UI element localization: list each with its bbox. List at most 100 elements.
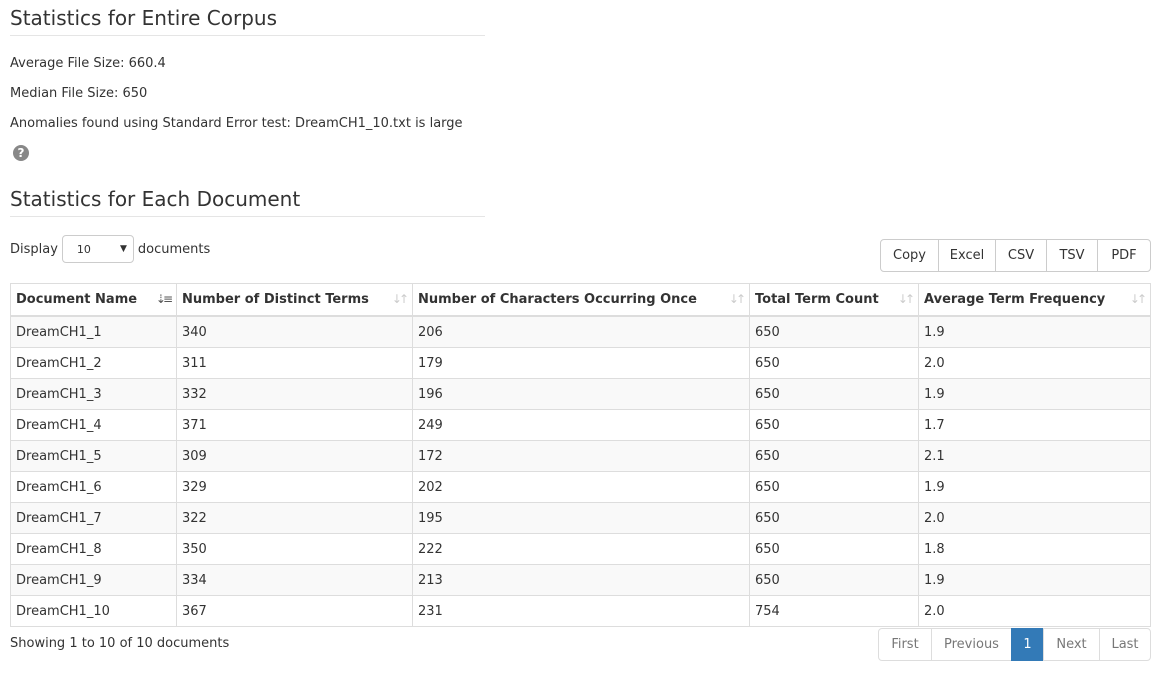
cell-document-name: DreamCH1_5 [10, 440, 177, 472]
copy-button[interactable]: Copy [880, 239, 939, 272]
cell-characters-once: 202 [412, 471, 750, 503]
cell-document-name: DreamCH1_4 [10, 409, 177, 441]
cell-document-name: DreamCH1_9 [10, 564, 177, 596]
cell-distinct-terms: 350 [176, 533, 413, 565]
column-header-distinct-terms[interactable]: Number of Distinct Terms ↓↑ [176, 283, 413, 317]
question-circle-icon[interactable]: ? [13, 145, 29, 161]
pagination-last-button[interactable]: Last [1099, 628, 1151, 661]
cell-average-term-frequency: 1.7 [918, 409, 1151, 441]
cell-characters-once: 179 [412, 347, 750, 379]
table-info: Showing 1 to 10 of 10 documents [10, 636, 230, 651]
median-file-size: Median File Size: 650 [10, 86, 148, 101]
excel-button[interactable]: Excel [938, 239, 996, 272]
cell-total-term-count: 650 [749, 409, 919, 441]
table-row: DreamCH1_6 329 202 650 1.9 [10, 471, 1151, 503]
cell-document-name: DreamCH1_1 [10, 315, 177, 348]
pdf-button[interactable]: PDF [1097, 239, 1151, 272]
cell-distinct-terms: 311 [176, 347, 413, 379]
column-label: Document Name [16, 292, 138, 307]
csv-button[interactable]: CSV [995, 239, 1047, 272]
cell-distinct-terms: 371 [176, 409, 413, 441]
corpus-heading: Statistics for Entire Corpus [10, 6, 485, 36]
cell-distinct-terms: 340 [176, 315, 413, 348]
column-header-characters-once[interactable]: Number of Characters Occurring Once ↓↑ [412, 283, 750, 317]
anomalies-text: Anomalies found using Standard Error tes… [10, 116, 463, 131]
chevron-down-icon: ▼ [120, 244, 127, 254]
column-header-average-term-frequency[interactable]: Average Term Frequency ↓↑ [918, 283, 1151, 317]
table-row: DreamCH1_4 371 249 650 1.7 [10, 409, 1151, 441]
cell-document-name: DreamCH1_10 [10, 595, 177, 627]
cell-total-term-count: 754 [749, 595, 919, 627]
cell-characters-once: 195 [412, 502, 750, 534]
table-row: DreamCH1_1 340 206 650 1.9 [10, 315, 1151, 348]
display-label: Display [10, 241, 58, 257]
sort-ascending-icon: ⇣≡ [155, 292, 173, 306]
cell-average-term-frequency: 2.0 [918, 347, 1151, 379]
cell-average-term-frequency: 1.9 [918, 471, 1151, 503]
display-length-control: Display 10 ▼ documents [10, 234, 210, 264]
cell-document-name: DreamCH1_8 [10, 533, 177, 565]
cell-distinct-terms: 334 [176, 564, 413, 596]
cell-total-term-count: 650 [749, 533, 919, 565]
documents-heading: Statistics for Each Document [10, 187, 485, 217]
cell-average-term-frequency: 1.9 [918, 378, 1151, 410]
table-row: DreamCH1_3 332 196 650 1.9 [10, 378, 1151, 410]
cell-document-name: DreamCH1_2 [10, 347, 177, 379]
pagination-page-1-button[interactable]: 1 [1011, 628, 1044, 661]
column-label: Average Term Frequency [924, 292, 1106, 307]
pagination-next-button[interactable]: Next [1043, 628, 1100, 661]
cell-total-term-count: 650 [749, 564, 919, 596]
column-label: Total Term Count [755, 292, 879, 307]
table-row: DreamCH1_8 350 222 650 1.8 [10, 533, 1151, 565]
table-row: DreamCH1_7 322 195 650 2.0 [10, 502, 1151, 534]
cell-total-term-count: 650 [749, 471, 919, 503]
cell-distinct-terms: 309 [176, 440, 413, 472]
cell-distinct-terms: 329 [176, 471, 413, 503]
column-header-total-term-count[interactable]: Total Term Count ↓↑ [749, 283, 919, 317]
cell-characters-once: 172 [412, 440, 750, 472]
documents-table: Document Name ⇣≡ Number of Distinct Terms… [10, 283, 1151, 627]
column-header-document-name[interactable]: Document Name ⇣≡ [10, 283, 177, 317]
cell-document-name: DreamCH1_7 [10, 502, 177, 534]
cell-characters-once: 206 [412, 315, 750, 348]
table-row: DreamCH1_10 367 231 754 2.0 [10, 595, 1151, 627]
cell-distinct-terms: 322 [176, 502, 413, 534]
cell-total-term-count: 650 [749, 378, 919, 410]
pagination: First Previous 1 Next Last [878, 628, 1151, 661]
table-header-row: Document Name ⇣≡ Number of Distinct Terms… [10, 283, 1151, 317]
cell-average-term-frequency: 1.8 [918, 533, 1151, 565]
cell-document-name: DreamCH1_6 [10, 471, 177, 503]
tsv-button[interactable]: TSV [1046, 239, 1098, 272]
table-row: DreamCH1_2 311 179 650 2.0 [10, 347, 1151, 379]
cell-total-term-count: 650 [749, 440, 919, 472]
sort-icon: ↓↑ [728, 292, 746, 306]
column-label: Number of Distinct Terms [182, 292, 369, 307]
cell-average-term-frequency: 1.9 [918, 315, 1151, 348]
cell-average-term-frequency: 2.0 [918, 502, 1151, 534]
pagination-first-button[interactable]: First [878, 628, 932, 661]
cell-average-term-frequency: 1.9 [918, 564, 1151, 596]
cell-characters-once: 249 [412, 409, 750, 441]
cell-characters-once: 196 [412, 378, 750, 410]
cell-characters-once: 231 [412, 595, 750, 627]
cell-total-term-count: 650 [749, 502, 919, 534]
cell-distinct-terms: 367 [176, 595, 413, 627]
display-length-select[interactable]: 10 ▼ [61, 235, 134, 263]
pagination-previous-button[interactable]: Previous [931, 628, 1012, 661]
table-row: DreamCH1_5 309 172 650 2.1 [10, 440, 1151, 472]
display-length-value: 10 [76, 242, 91, 256]
sort-icon: ↓↑ [391, 292, 409, 306]
cell-characters-once: 213 [412, 564, 750, 596]
cell-document-name: DreamCH1_3 [10, 378, 177, 410]
table-row: DreamCH1_9 334 213 650 1.9 [10, 564, 1151, 596]
cell-characters-once: 222 [412, 533, 750, 565]
sort-icon: ↓↑ [897, 292, 915, 306]
cell-total-term-count: 650 [749, 315, 919, 348]
column-label: Number of Characters Occurring Once [418, 292, 697, 307]
cell-average-term-frequency: 2.1 [918, 440, 1151, 472]
cell-distinct-terms: 332 [176, 378, 413, 410]
cell-average-term-frequency: 2.0 [918, 595, 1151, 627]
display-suffix: documents [137, 241, 211, 257]
sort-icon: ↓↑ [1129, 292, 1147, 306]
export-button-group: Copy Excel CSV TSV PDF [880, 239, 1151, 272]
